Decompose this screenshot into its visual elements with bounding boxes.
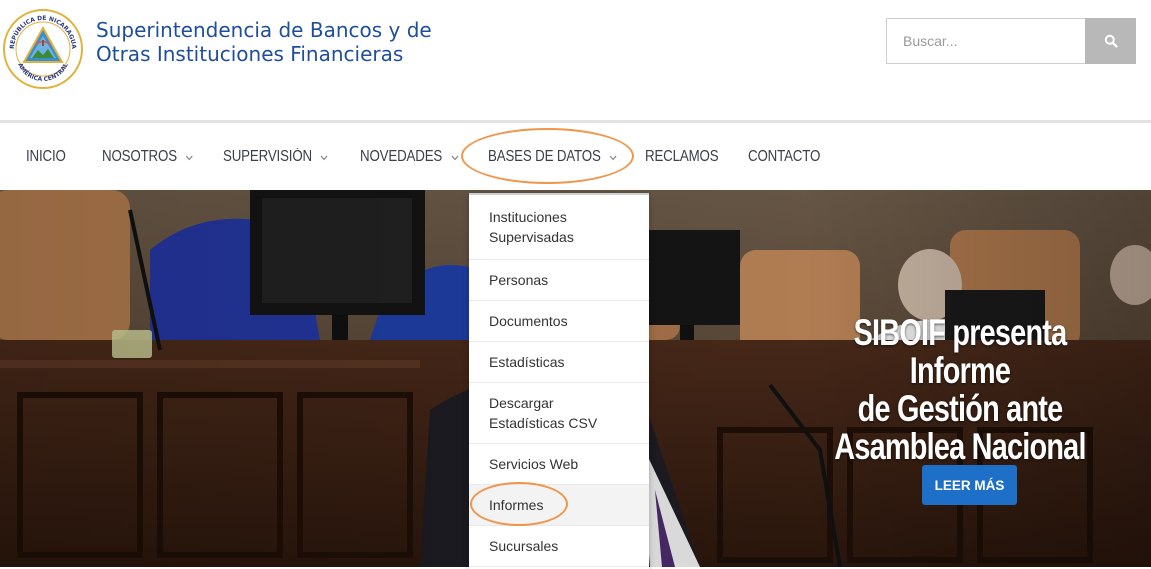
nav-item-label: RECLAMOS [645,147,719,165]
nav-item-label: CONTACTO [748,147,821,165]
chevron-down-icon [451,148,459,166]
nav-item-label: SUPERVISIÓN [223,147,312,165]
search-form [886,18,1136,64]
site-title[interactable]: Superintendencia de Bancos y de Otras In… [96,18,432,66]
nav-item-reclamos[interactable]: RECLAMOS [645,123,719,190]
nav-item-label: NOSOTROS [102,147,177,165]
dropdown-item-sucursales[interactable]: Sucursales [469,526,649,567]
dropdown-item-servicios-web[interactable]: Servicios Web [469,444,649,485]
nav-item-contacto[interactable]: CONTACTO [748,123,820,190]
hero-headline-line2: de Gestión ante [857,388,1064,429]
dropdown-item-estadisticas[interactable]: Estadísticas [469,342,649,383]
nav-item-supervision[interactable]: SUPERVISIÓN [223,123,328,190]
search-icon [1104,34,1118,48]
nicaragua-seal-logo[interactable]: REPÚBLICA DE NICARAGUA AMÉRICA CENTRAL [2,8,84,90]
site-title-line1: Superintendencia de Bancos y de [96,18,432,42]
site-title-line2: Otras Instituciones Financieras [96,42,404,66]
hero-headline-line1: SIBOIF presenta Informe [853,312,1068,391]
nav-item-inicio[interactable]: INICIO [26,123,66,190]
chevron-down-icon [185,148,194,166]
leer-mas-button[interactable]: LEER MÁS [922,465,1017,505]
bases-de-datos-dropdown: Instituciones Supervisadas Personas Docu… [469,193,649,569]
dropdown-item-informes[interactable]: Informes [469,485,649,526]
dropdown-item-descargar-estadisticas-csv[interactable]: Descargar Estadísticas CSV [469,383,649,444]
hero-headline: SIBOIF presenta Informe de Gestión ante … [812,314,1108,466]
search-button[interactable] [1085,18,1136,64]
dropdown-item-instituciones-supervisadas[interactable]: Instituciones Supervisadas [469,195,649,260]
nav-item-nosotros[interactable]: NOSOTROS [102,123,193,190]
nav-item-bases-de-datos[interactable]: BASES DE DATOS [488,123,617,190]
dropdown-item-personas[interactable]: Personas [469,260,649,301]
nav-item-label: INICIO [26,147,66,165]
nav-item-label: BASES DE DATOS [488,147,601,165]
site-header: REPÚBLICA DE NICARAGUA AMÉRICA CENTRAL S… [0,0,1151,120]
dropdown-item-documentos[interactable]: Documentos [469,301,649,342]
search-input[interactable] [886,18,1085,64]
hero-headline-line3: Asamblea Nacional [834,426,1086,467]
nav-item-label: NOVEDADES [360,147,443,165]
chevron-down-icon [321,148,329,166]
nav-item-novedades[interactable]: NOVEDADES [360,123,459,190]
chevron-down-icon [609,148,617,166]
main-nav: INICIO NOSOTROS SUPERVISIÓN NOVEDADES BA… [0,120,1151,190]
